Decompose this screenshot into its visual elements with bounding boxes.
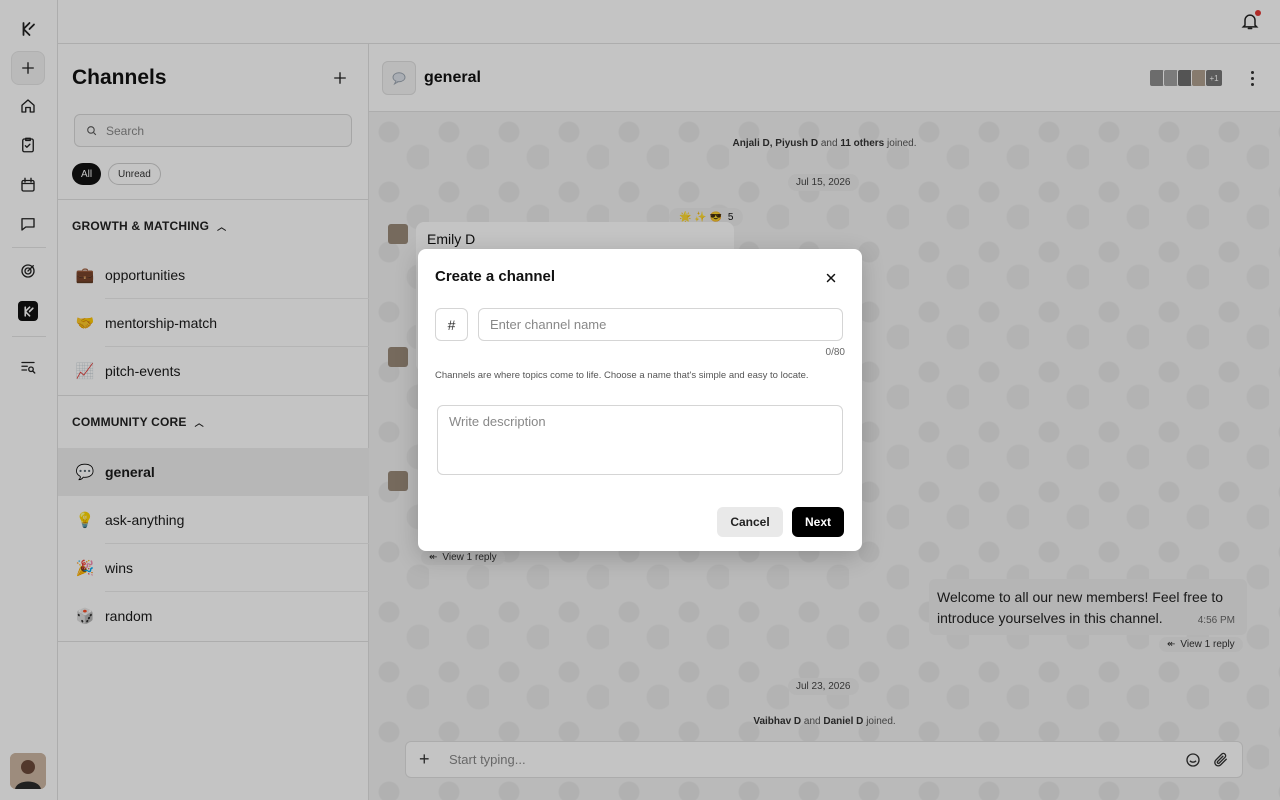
create-channel-dialog: Create a channel # 0/80 Channels are whe… [418, 249, 862, 551]
description-input[interactable] [437, 405, 843, 475]
dialog-title: Create a channel [435, 268, 556, 285]
next-button[interactable]: Next [792, 507, 844, 537]
cancel-button[interactable]: Cancel [717, 507, 783, 537]
close-icon[interactable] [822, 269, 840, 287]
helper-text: Channels are where topics come to life. … [435, 370, 809, 381]
hash-icon: # [435, 308, 468, 341]
channel-name-input[interactable] [478, 308, 843, 341]
character-counter: 0/80 [825, 347, 845, 358]
